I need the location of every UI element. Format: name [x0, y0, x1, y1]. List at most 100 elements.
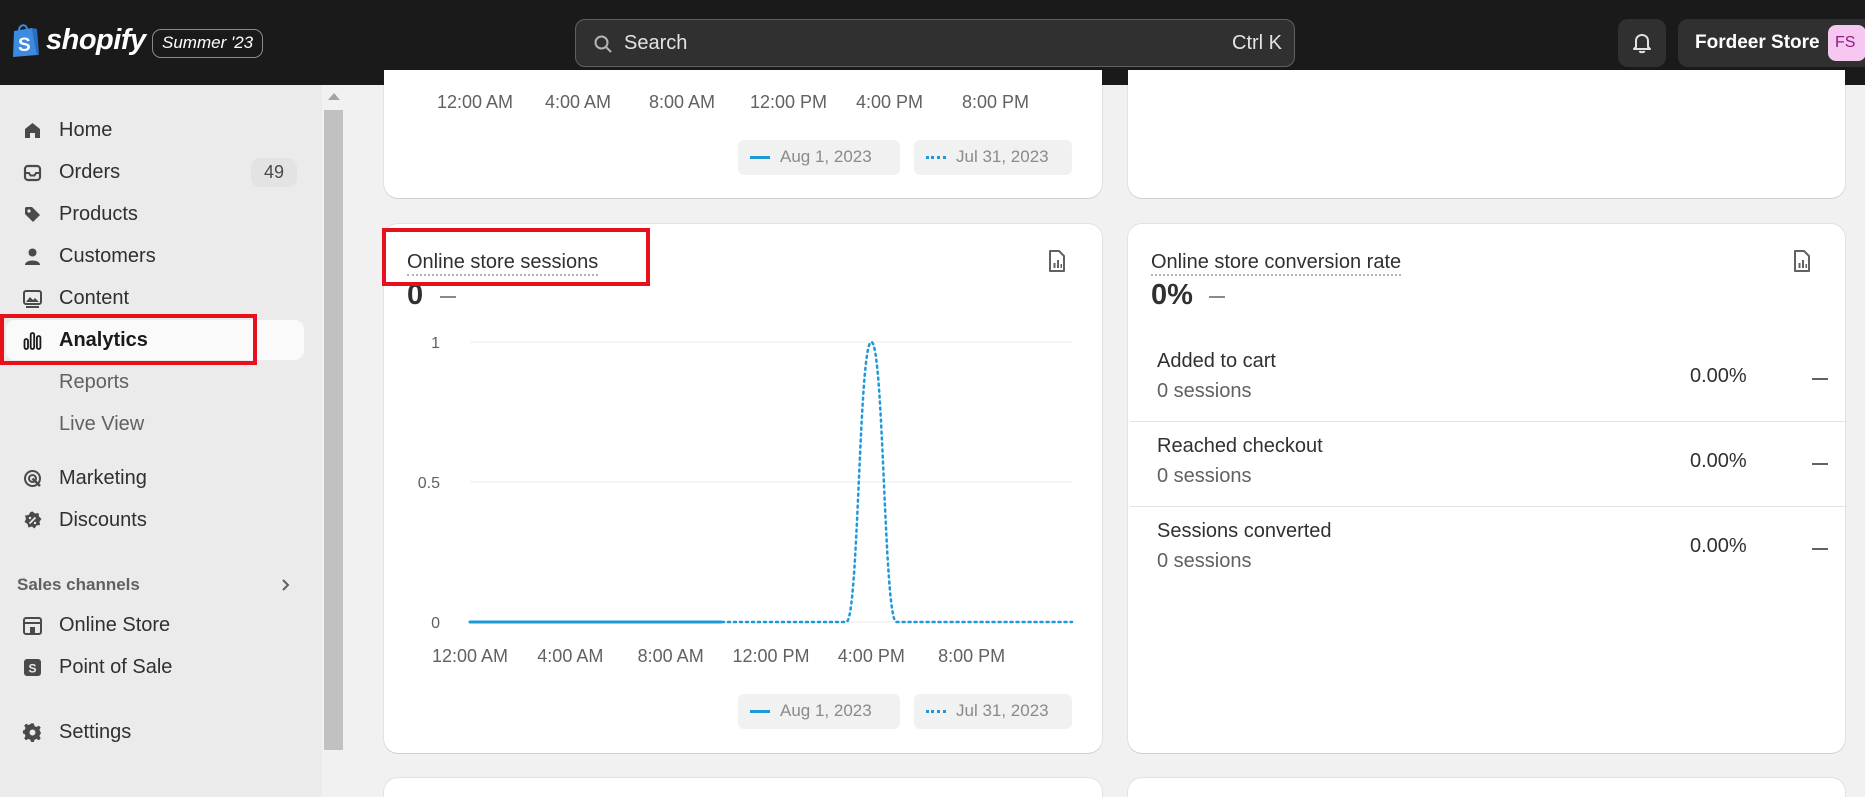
legend-dotted-line: [926, 156, 946, 159]
svg-text:S: S: [29, 662, 37, 676]
sidebar-item-label: Online Store: [59, 614, 171, 636]
conversion-row-sessions-converted[interactable]: Sessions converted 0 sessions 0.00%: [1130, 507, 1846, 592]
export-report-icon[interactable]: [1046, 249, 1068, 273]
sidebar-item-reports[interactable]: Reports: [6, 362, 304, 402]
bar-chart-icon: [23, 332, 42, 350]
x-tick-label: 4:00 PM: [856, 92, 924, 112]
sidebar-item-products[interactable]: Products: [6, 194, 304, 234]
tag-icon: [25, 207, 40, 222]
legend-item[interactable]: Jul 31, 2023: [914, 694, 1072, 729]
conversion-step-sessions: 0 sessions: [1157, 465, 1252, 487]
x-tick-label: 8:00 AM: [638, 646, 704, 662]
sidebar-item-label: Live View: [59, 413, 145, 435]
sidebar-item-orders[interactable]: Orders 49: [6, 152, 304, 192]
sidebar-item-content[interactable]: Content: [6, 278, 304, 318]
notifications-button[interactable]: [1618, 19, 1666, 67]
sales-channels-heading[interactable]: Sales channels: [17, 575, 140, 595]
conversion-step-percent: 0.00%: [1690, 450, 1747, 472]
bell-icon: [1633, 34, 1651, 54]
x-tick-label: 4:00 AM: [537, 646, 603, 662]
export-report-icon[interactable]: [1791, 249, 1813, 273]
store-icon: [23, 617, 42, 635]
conversion-row-added-to-cart[interactable]: Added to cart 0 sessions 0.00%: [1130, 337, 1846, 422]
person-icon: [25, 248, 40, 265]
card-title[interactable]: Online store sessions: [407, 251, 599, 276]
sidebar-item-settings[interactable]: Settings: [6, 712, 304, 752]
sidebar-item-label: Reports: [59, 371, 130, 393]
search-input[interactable]: Search Ctrl K: [575, 19, 1295, 67]
sidebar-item-label: Discounts: [59, 509, 147, 531]
store-menu-button[interactable]: Fordeer Store FS: [1678, 19, 1865, 67]
sidebar-item-analytics[interactable]: Analytics: [6, 320, 304, 360]
sidebar-item-point-of-sale[interactable]: S Point of Sale: [6, 647, 304, 687]
sidebar-item-label: Products: [59, 203, 138, 225]
brand-name: shopify: [46, 23, 146, 56]
card-title[interactable]: Online store conversion rate: [1151, 251, 1402, 276]
edition-badge[interactable]: Summer '23: [152, 29, 264, 58]
home-icon: [25, 123, 40, 138]
y-tick-label: 0.5: [418, 475, 440, 492]
sidebar: Home Orders 49 Products Customers Conten…: [0, 85, 322, 797]
sidebar-item-label: Home: [59, 119, 113, 141]
metric-value: 0%: [1151, 279, 1193, 311]
svg-text:S: S: [18, 35, 31, 56]
conversion-step-label: Sessions converted: [1157, 520, 1332, 542]
next-card: [384, 778, 1102, 797]
sessions-line-chart[interactable]: 1 0.5 0 12:00 AM 4:00 AM 8:00 AM 12:00 PM 4:00 …: [384, 322, 1102, 662]
metric-value: 0: [407, 279, 424, 311]
store-name: Fordeer Store: [1695, 32, 1820, 53]
conversion-step-sessions: 0 sessions: [1157, 550, 1252, 572]
x-tick-label: 12:00 AM: [432, 646, 508, 662]
sidebar-item-label: Customers: [59, 245, 156, 267]
y-tick-label: 1: [431, 335, 440, 352]
legend-item[interactable]: Aug 1, 2023: [738, 140, 900, 175]
gear-icon: [22, 723, 41, 742]
sidebar-item-live-view[interactable]: Live View: [6, 404, 304, 444]
scroll-up-arrow[interactable]: [328, 93, 340, 100]
previous-metric-card: [1128, 70, 1845, 198]
sidebar-item-label: Orders: [59, 161, 121, 183]
shopify-bag-icon: S: [13, 24, 39, 57]
metric-change-dash: [1209, 296, 1225, 298]
search-placeholder: Search: [624, 32, 688, 54]
legend-label: Jul 31, 2023: [956, 701, 1049, 720]
legend-item[interactable]: Jul 31, 2023: [914, 140, 1072, 175]
x-tick-label: 12:00 AM: [437, 92, 514, 112]
previous-chart-card: 12:00 AM 4:00 AM 8:00 AM 12:00 PM 4:00 P…: [384, 70, 1102, 198]
x-tick-label: 12:00 PM: [750, 92, 828, 112]
legend-label: Jul 31, 2023: [956, 147, 1049, 166]
sidebar-item-label: Point of Sale: [59, 656, 173, 678]
x-tick-label: 4:00 AM: [545, 92, 612, 112]
sidebar-item-home[interactable]: Home: [6, 110, 304, 150]
change-dash: [1812, 548, 1828, 550]
x-tick-label: 4:00 PM: [838, 646, 905, 662]
sidebar-item-label: Analytics: [59, 329, 148, 351]
shopify-logo[interactable]: S shopify: [10, 22, 146, 58]
sidebar-item-customers[interactable]: Customers: [6, 236, 304, 276]
inbox-icon: [23, 164, 42, 182]
legend-label: Aug 1, 2023: [780, 147, 872, 166]
x-tick-label: 12:00 PM: [732, 646, 809, 662]
legend-solid-line: [750, 710, 770, 713]
sidebar-item-marketing[interactable]: Marketing: [6, 458, 304, 498]
legend-item[interactable]: Aug 1, 2023: [738, 694, 900, 729]
orders-count-badge: 49: [251, 158, 297, 187]
sidebar-scrollbar[interactable]: [322, 85, 345, 797]
conversion-row-reached-checkout[interactable]: Reached checkout 0 sessions 0.00%: [1130, 422, 1846, 507]
change-dash: [1812, 378, 1828, 380]
x-tick-label: 8:00 PM: [938, 646, 1005, 662]
metric-change-dash: [440, 296, 456, 298]
conversion-step-sessions: 0 sessions: [1157, 380, 1252, 402]
sidebar-item-online-store[interactable]: Online Store: [6, 605, 304, 645]
conversion-step-percent: 0.00%: [1690, 535, 1747, 557]
search-shortcut: Ctrl K: [1232, 32, 1282, 54]
change-dash: [1812, 463, 1828, 465]
sidebar-item-discounts[interactable]: Discounts: [6, 500, 304, 540]
next-card: [1128, 778, 1845, 797]
sidebar-item-label: Settings: [59, 721, 132, 743]
conversion-step-label: Added to cart: [1157, 350, 1276, 372]
target-icon: [24, 470, 41, 487]
chevron-right-icon[interactable]: [278, 577, 294, 593]
scroll-thumb[interactable]: [324, 110, 343, 750]
x-tick-label: 8:00 PM: [962, 92, 1030, 112]
